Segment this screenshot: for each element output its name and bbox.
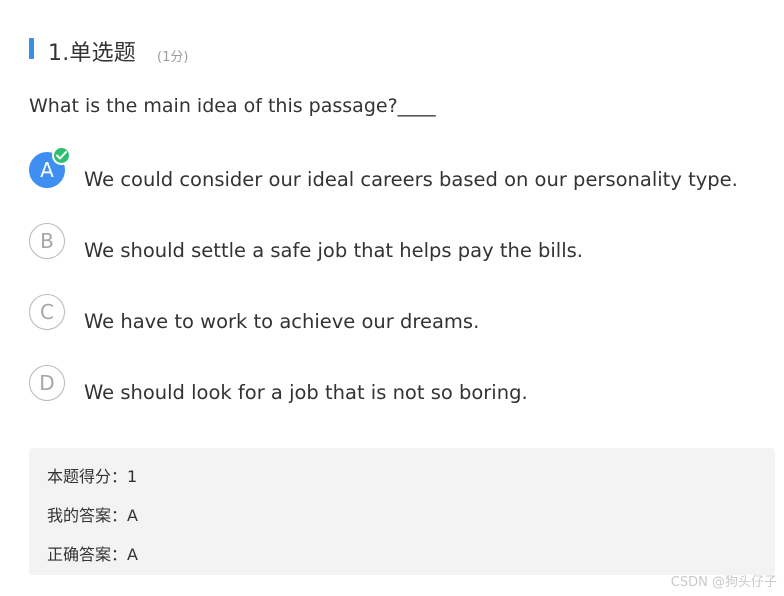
option-b-radio[interactable]: B: [29, 223, 65, 259]
option-a-text: We could consider our ideal careers base…: [84, 168, 738, 191]
option-d[interactable]: D We should look for a job that is not s…: [29, 365, 769, 409]
option-b[interactable]: B We should settle a safe job that helps…: [29, 223, 769, 267]
question-title: 1.单选题: [48, 41, 136, 66]
correct-answer-line: 正确答案：A: [47, 545, 138, 564]
checkmark-glyph: [56, 151, 67, 160]
option-d-text: We should look for a job that is not so …: [84, 381, 528, 404]
option-c-radio[interactable]: C: [29, 294, 65, 330]
option-c[interactable]: C We have to work to achieve our dreams.: [29, 294, 769, 338]
option-a-letter: A: [40, 158, 54, 182]
watermark: CSDN @狗头仔子: [670, 575, 777, 590]
option-b-text: We should settle a safe job that helps p…: [84, 239, 584, 262]
question-accent-bar: [29, 38, 34, 59]
my-answer-line: 我的答案：A: [47, 506, 138, 525]
check-icon: [52, 146, 71, 165]
option-c-letter: C: [40, 300, 54, 324]
option-d-radio[interactable]: D: [29, 365, 65, 401]
question-points: (1分): [157, 50, 189, 65]
option-a[interactable]: A We could consider our ideal careers ba…: [29, 146, 769, 196]
option-d-letter: D: [39, 371, 55, 395]
score-line: 本题得分：1: [47, 467, 138, 486]
result-panel: 本题得分：1 我的答案：A 正确答案：A: [29, 448, 775, 575]
option-c-text: We have to work to achieve our dreams.: [84, 310, 480, 333]
option-b-letter: B: [40, 229, 54, 253]
question-stem: What is the main idea of this passage?__…: [29, 95, 436, 117]
